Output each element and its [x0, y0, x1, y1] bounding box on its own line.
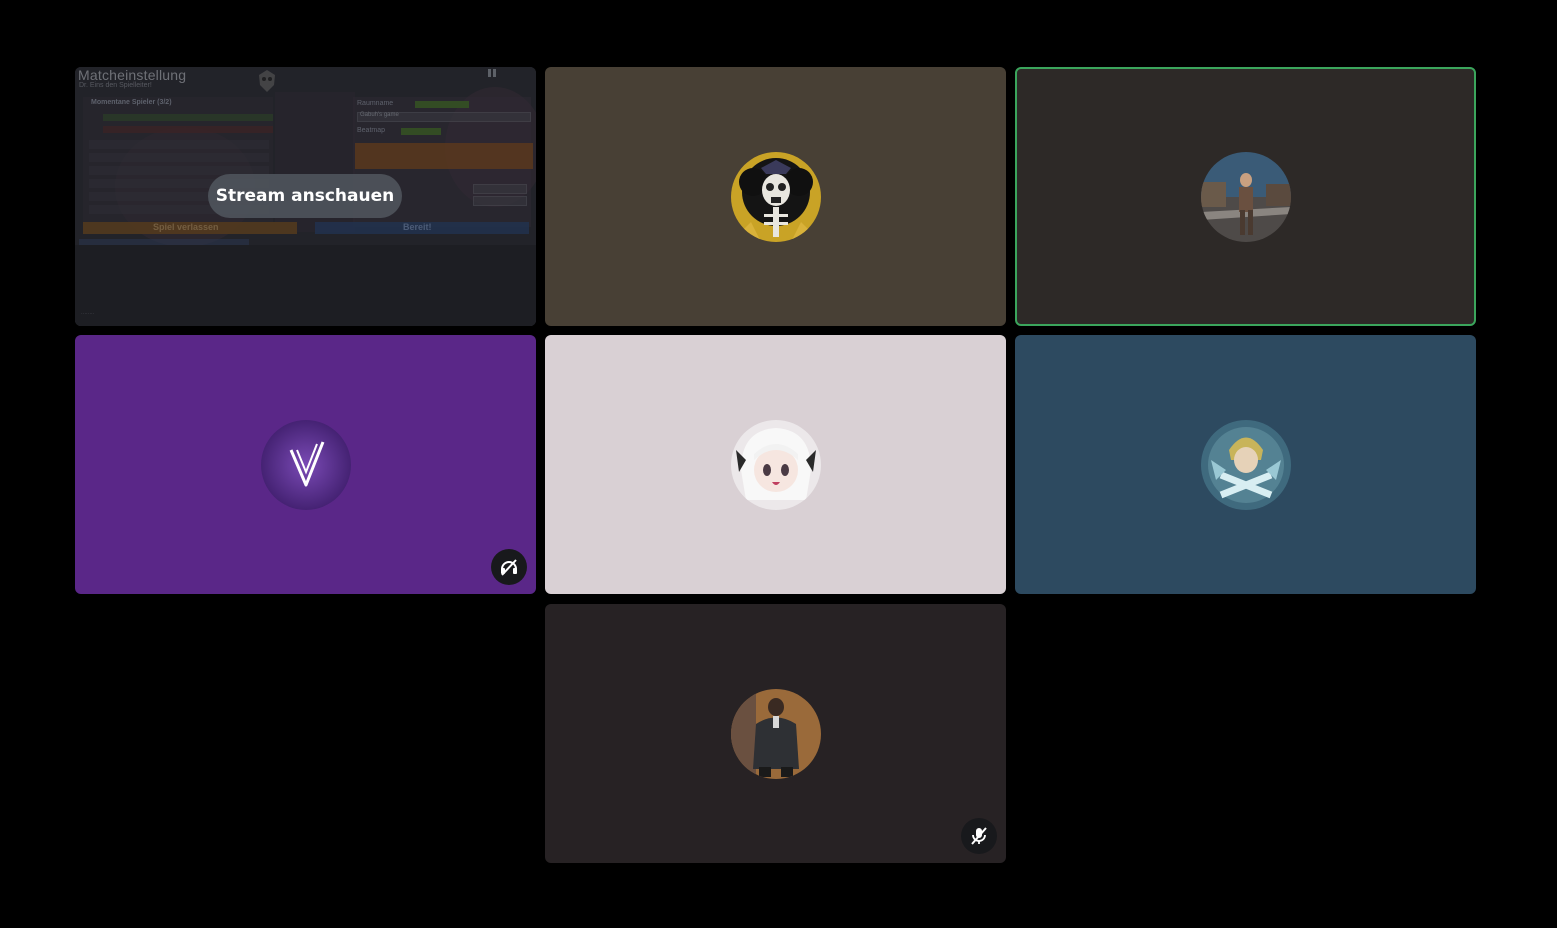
- v-logo-avatar-icon: [260, 419, 351, 510]
- muted-microphone-icon: [961, 818, 997, 854]
- anime-girl-avatar-icon: [730, 419, 821, 510]
- street-photo-avatar-icon: [1200, 151, 1291, 242]
- participant-tile[interactable]: [545, 335, 1006, 594]
- participant-tile[interactable]: [1015, 335, 1476, 594]
- deafened-headphones-icon: [491, 549, 527, 585]
- skeleton-avatar-icon: [730, 151, 821, 242]
- stream-tile[interactable]: Matcheinstellung Dr. Eins den Spielleite…: [75, 67, 536, 326]
- participant-tile[interactable]: [545, 67, 1006, 326]
- anime-boy-avatar-icon: [1200, 419, 1291, 510]
- voice-call-grid: Matcheinstellung Dr. Eins den Spielleite…: [75, 67, 1476, 863]
- participant-tile[interactable]: [545, 604, 1006, 863]
- participant-tile[interactable]: [75, 335, 536, 594]
- watch-stream-button[interactable]: Stream anschauen: [208, 174, 402, 218]
- man-in-suit-avatar-icon: [730, 688, 821, 779]
- participant-tile-speaking[interactable]: [1015, 67, 1476, 326]
